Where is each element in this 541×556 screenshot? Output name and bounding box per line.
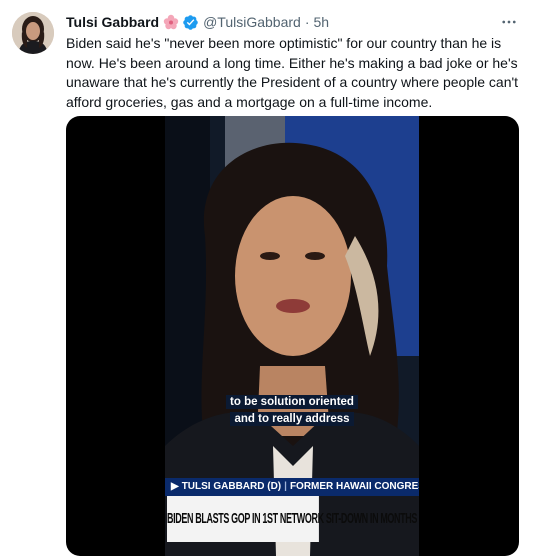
tweet-text: Biden said he's "never been more optimis… [66, 34, 526, 112]
tweet[interactable]: Tulsi Gabbard @TulsiGabbard · 5h Biden s… [0, 0, 541, 556]
video-caption: to be solution oriented and to really ad… [222, 394, 362, 428]
video-frame[interactable]: to be solution oriented and to really ad… [165, 116, 419, 556]
verified-badge-icon [182, 14, 199, 31]
lower-third-name: TULSI GABBARD (D) [181, 481, 282, 492]
tweet-header: Tulsi Gabbard @TulsiGabbard · 5h [66, 12, 329, 32]
lower-third-divider: | [284, 481, 287, 492]
author-name[interactable]: Tulsi Gabbard [66, 14, 159, 30]
avatar-image [12, 12, 54, 54]
avatar[interactable] [12, 12, 54, 54]
hibiscus-emoji-icon [163, 14, 179, 30]
video-player[interactable]: to be solution oriented and to really ad… [66, 116, 519, 556]
separator-dot: · [304, 14, 310, 30]
timestamp[interactable]: 5h [314, 14, 330, 30]
caption-line-2: and to really address [230, 412, 354, 426]
play-triangle-icon: ▶ [171, 481, 179, 492]
more-options-button[interactable] [499, 12, 519, 32]
caption-line-1: to be solution oriented [226, 395, 358, 409]
lower-third-nameplate: ▶TULSI GABBARD (D)|FORMER HAWAII CONGRES… [165, 478, 419, 496]
lower-third-headline: BIDEN BLASTS GOP IN 1ST NETWORK SIT-DOWN… [167, 496, 417, 542]
author-handle[interactable]: @TulsiGabbard [203, 14, 301, 30]
tweet-body: Biden said he's "never been more optimis… [66, 35, 519, 110]
lower-third-title: FORMER HAWAII CONGRESSWOMAN [289, 481, 419, 492]
more-horizontal-icon [502, 20, 516, 24]
